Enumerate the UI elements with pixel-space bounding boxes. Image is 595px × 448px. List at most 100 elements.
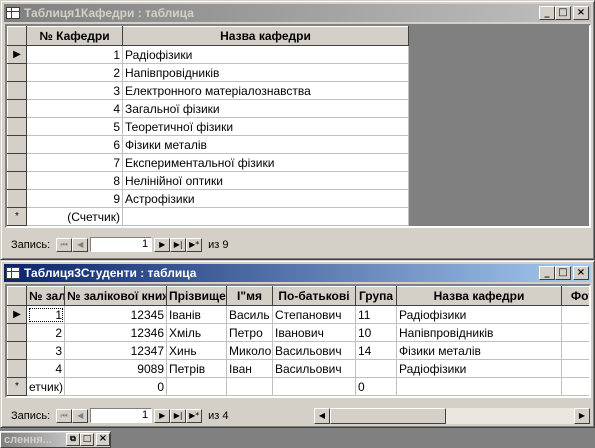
table-row[interactable]: 2 Напівпровідників	[7, 63, 409, 82]
table-row[interactable]: 4 Загальної фізики	[7, 99, 409, 118]
restore-button[interactable]: ⧉	[66, 433, 80, 446]
dept-id-cell[interactable]: 7	[26, 153, 123, 172]
gradebook-no-new-cell[interactable]: 0	[64, 377, 167, 396]
surname-cell[interactable]: Хинь	[166, 341, 227, 360]
row-selector[interactable]	[7, 189, 27, 208]
first-record-icon[interactable]: ⏮	[56, 237, 73, 252]
new-record-icon[interactable]: *	[7, 377, 27, 396]
gradebook-no-cell[interactable]: 9089	[64, 359, 167, 378]
row-selector[interactable]	[7, 63, 27, 82]
column-header-group[interactable]: Група	[355, 286, 397, 306]
minimize-button[interactable]: _	[539, 266, 555, 280]
column-header-patronymic[interactable]: По-батькові	[272, 286, 356, 306]
row-selector[interactable]	[7, 359, 27, 378]
record-no-cell[interactable]: 3	[26, 341, 65, 360]
students-window-titlebar[interactable]: Таблиця3Студенти : таблица _ □ ×	[4, 264, 591, 282]
column-header-gradebook-no[interactable]: № залікової книж	[64, 286, 167, 306]
photo-cell[interactable]	[561, 359, 589, 378]
dept-name-cell[interactable]: Нелінійної оптики	[122, 171, 409, 190]
dept-id-cell[interactable]: 1	[26, 45, 123, 64]
gradebook-no-cell[interactable]: 12347	[64, 341, 167, 360]
first-record-icon[interactable]: ⏮	[56, 408, 73, 423]
gradebook-no-cell[interactable]: 12345	[64, 305, 167, 324]
patronymic-cell[interactable]: Васильович	[272, 341, 356, 360]
column-header-dept-name[interactable]: Назва кафедри	[396, 286, 562, 306]
next-record-icon[interactable]: ▶	[154, 237, 171, 252]
current-record-input[interactable]: 1	[90, 408, 153, 423]
close-button[interactable]: ×	[573, 6, 589, 20]
students-datasheet[interactable]: № зал № залікової книж Прізвище І"мя По-…	[5, 284, 591, 398]
table-row[interactable]: 3 12347 Хинь Миколо Васильович 14 Фізики…	[7, 341, 589, 360]
horizontal-scrollbar[interactable]: ◀ ▶	[314, 408, 590, 424]
row-selector[interactable]	[7, 171, 27, 190]
new-record-row[interactable]: * (Счетчик)	[7, 207, 409, 226]
patronymic-cell[interactable]: Васильович	[272, 359, 356, 378]
close-button[interactable]: ×	[573, 266, 589, 280]
table-row[interactable]: 6 Фізики металів	[7, 135, 409, 154]
group-cell[interactable]: 14	[355, 341, 397, 360]
photo-cell[interactable]	[561, 305, 589, 324]
dept-id-cell[interactable]: 8	[26, 171, 123, 190]
table-row[interactable]: 5 Теоретичної фізики	[7, 117, 409, 136]
column-header-record-no[interactable]: № зал	[26, 286, 65, 306]
patronymic-cell[interactable]: Іванович	[272, 323, 356, 342]
record-no-cell[interactable]: 1	[26, 305, 65, 324]
dept-id-cell[interactable]: 4	[26, 99, 123, 118]
dept-name-cell[interactable]: Астрофізики	[122, 189, 409, 208]
group-new-cell[interactable]: 0	[355, 377, 397, 396]
dept-name-cell[interactable]: Напівпровідників	[396, 323, 562, 342]
table-row[interactable]: ▶ 1 Радіофізики	[7, 45, 409, 64]
photo-new-cell[interactable]	[561, 377, 589, 396]
dept-name-cell[interactable]: Радіофізики	[396, 359, 562, 378]
row-selector[interactable]	[7, 117, 27, 136]
select-all-corner[interactable]	[7, 286, 27, 306]
surname-cell[interactable]: Петрів	[166, 359, 227, 378]
row-selector[interactable]	[7, 323, 27, 342]
patronymic-new-cell[interactable]	[272, 377, 356, 396]
dept-name-cell[interactable]: Теоретичної фізики	[122, 117, 409, 136]
first-name-new-cell[interactable]	[226, 377, 273, 396]
dept-id-cell[interactable]: 5	[26, 117, 123, 136]
close-button[interactable]: ×	[96, 433, 110, 446]
dept-name-cell[interactable]: Фізики металів	[122, 135, 409, 154]
surname-new-cell[interactable]	[166, 377, 227, 396]
departments-window-titlebar[interactable]: Таблиця1Кафедри : таблица _ □ ×	[4, 4, 591, 22]
dept-id-cell[interactable]: 9	[26, 189, 123, 208]
maximize-button[interactable]: □	[555, 266, 571, 280]
row-selector[interactable]	[7, 341, 27, 360]
previous-record-icon[interactable]: ◀	[72, 408, 89, 423]
minimized-window-title[interactable]: слення...	[1, 432, 66, 447]
new-record-row[interactable]: * етчик) 0 0	[7, 377, 589, 396]
table-row[interactable]: 4 9089 Петрів Іван Васильович Радіофізик…	[7, 359, 589, 378]
dept-id-cell[interactable]: 2	[26, 63, 123, 82]
column-header-dept-name[interactable]: Назва кафедри	[122, 26, 409, 46]
dept-name-cell[interactable]: Електронного матеріалознавства	[122, 81, 409, 100]
row-selector[interactable]	[7, 81, 27, 100]
previous-record-icon[interactable]: ◀	[72, 237, 89, 252]
table-row[interactable]: 8 Нелінійної оптики	[7, 171, 409, 190]
dept-name-cell[interactable]: Фізики металів	[396, 341, 562, 360]
table-row[interactable]: 7 Експериментальної фізики	[7, 153, 409, 172]
column-header-surname[interactable]: Прізвище	[166, 286, 227, 306]
new-record-button-icon[interactable]: ▶*	[186, 237, 203, 252]
scroll-thumb[interactable]	[330, 408, 446, 424]
minimized-window[interactable]: слення... ⧉ □ ×	[0, 431, 111, 448]
table-row[interactable]: 2 12346 Хміль Петро Іванович 10 Напівпро…	[7, 323, 589, 342]
dept-name-cell[interactable]: Загальної фізики	[122, 99, 409, 118]
record-no-cell[interactable]: 4	[26, 359, 65, 378]
maximize-button[interactable]: □	[555, 6, 571, 20]
dept-name-new-cell[interactable]	[122, 207, 409, 226]
last-record-icon[interactable]: ▶|	[170, 237, 187, 252]
first-name-cell[interactable]: Василь	[226, 305, 273, 324]
dept-name-cell[interactable]: Експериментальної фізики	[122, 153, 409, 172]
dept-name-new-cell[interactable]	[396, 377, 562, 396]
patronymic-cell[interactable]: Степанович	[272, 305, 356, 324]
dept-name-cell[interactable]: Напівпровідників	[122, 63, 409, 82]
dept-id-cell[interactable]: 3	[26, 81, 123, 100]
table-row[interactable]: 9 Астрофізики	[7, 189, 409, 208]
new-record-button-icon[interactable]: ▶*	[186, 408, 203, 423]
gradebook-no-cell[interactable]: 12346	[64, 323, 167, 342]
dept-name-cell[interactable]: Радіофізики	[122, 45, 409, 64]
table-row[interactable]: 3 Електронного матеріалознавства	[7, 81, 409, 100]
dept-id-new-cell[interactable]: (Счетчик)	[26, 207, 123, 226]
